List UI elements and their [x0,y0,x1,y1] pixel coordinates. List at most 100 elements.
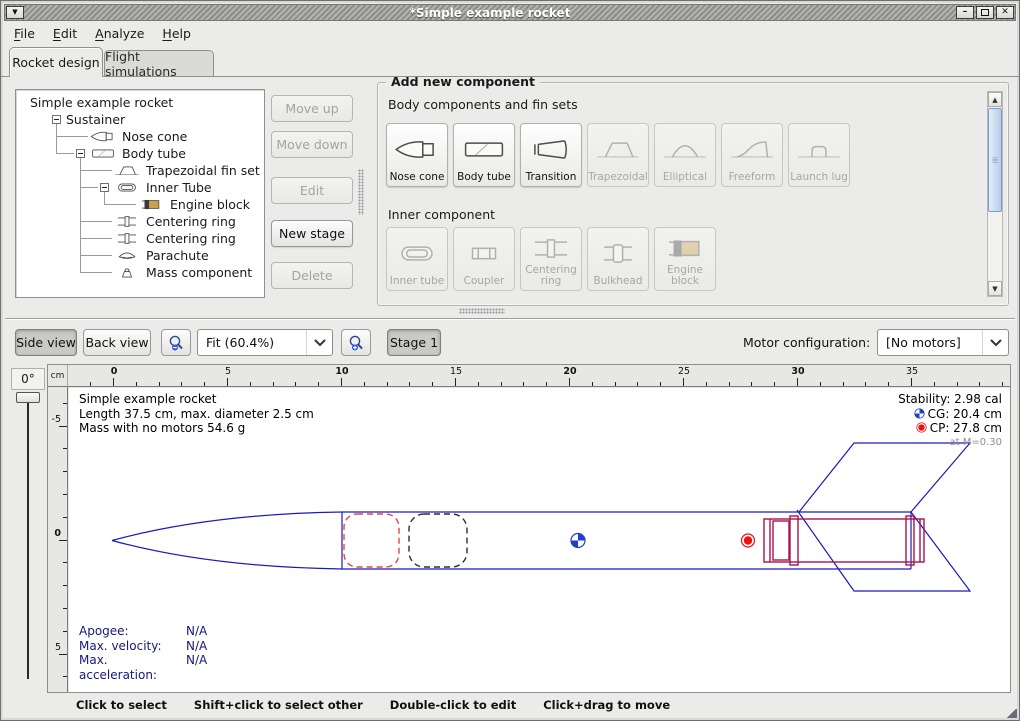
centeringring-icon [528,237,574,260]
close-button[interactable]: ✕ [996,6,1014,19]
engineblock-icon [138,198,164,211]
move-up-button[interactable]: Move up [271,95,353,122]
tree-item-engine-block[interactable]: Engine block [16,196,264,213]
ruler-tick [63,608,67,609]
transition-icon [528,138,574,161]
tree-item-simple-example-rocket[interactable]: Simple example rocket [16,94,264,111]
ruler-tick [615,382,616,386]
chevron-down-icon [990,339,1002,347]
tree-item-trapezoidal-fin-set[interactable]: Trapezoidal fin set [16,162,264,179]
expander-minus-icon[interactable] [100,183,109,192]
component-scrollbar[interactable]: ▲ == ▼ [987,91,1003,297]
launchlug-icon [796,127,842,172]
rotation-slider-handle[interactable] [16,392,40,403]
ruler-number: 0 [54,528,61,539]
ruler-tick [478,382,479,386]
button-label: Delete [291,268,332,283]
ruler-number: 20 [561,366,579,377]
add-launch-lug-button[interactable]: Launch lug [788,123,850,187]
component-tree[interactable]: Simple example rocketSustainerNose coneB… [15,89,265,298]
zoom-level-combo[interactable]: Fit (60.4%) [197,329,333,356]
menu-analyze[interactable]: Analyze [86,24,153,44]
tree-item-parachute[interactable]: Parachute [16,247,264,264]
vertical-splitter-grip[interactable] [358,169,364,215]
tab-flight-simulations[interactable]: Flight simulations [104,50,214,77]
bulkhead-icon [595,231,641,276]
pane-divider [5,318,1015,320]
mass-icon [114,266,140,279]
expander-minus-icon[interactable] [52,115,61,124]
tree-item-inner-tube[interactable]: Inner Tube [16,179,264,196]
bodytube-icon [90,147,116,160]
new-stage-button[interactable]: New stage [271,220,353,247]
move-down-button[interactable]: Move down [271,131,353,158]
section-inner-component: Inner component [388,207,495,222]
add-nose-cone-button[interactable]: Nose cone [386,123,448,187]
side-view-label: Side view [16,335,76,350]
add-engine-block-button[interactable]: Engine block [654,227,716,291]
body-component-buttons: Nose coneBody tubeTransitionTrapezoidalE… [386,123,850,187]
add-body-tube-button[interactable]: Body tube [453,123,515,187]
add-elliptical-button[interactable]: Elliptical [654,123,716,187]
inner-component-buttons: Inner tubeCoupler Centering ring Bulkhead E… [386,227,716,291]
window-title: *Simple example rocket [25,6,955,20]
tree-item-label: Engine block [170,197,250,212]
scroll-up-button[interactable]: ▲ [988,92,1002,107]
zoom-in-button[interactable] [341,329,371,356]
tree-item-centering-ring[interactable]: Centering ring [16,230,264,247]
chevron-down-icon [314,339,326,347]
add-transition-button[interactable]: Transition [520,123,582,187]
close-icon: ✕ [1001,8,1009,17]
tree-item-body-tube[interactable]: Body tube [16,145,264,162]
tab-label: Flight simulations [105,49,213,79]
tree-item-centering-ring[interactable]: Centering ring [16,213,264,230]
tree-item-mass-component[interactable]: Mass component [16,264,264,281]
horizontal-splitter-grip[interactable] [459,308,505,314]
ruler-tick [136,382,137,386]
tree-item-label: Mass component [146,265,252,280]
add-inner-tube-button[interactable]: Inner tube [386,227,448,291]
maximize-icon [981,9,989,16]
window-resize-grip[interactable] [1007,709,1017,718]
minimize-button[interactable]: – [956,6,974,19]
add-trapezoidal-button[interactable]: Trapezoidal [587,123,649,187]
ruler-tick [63,585,67,586]
component-button-label: Bulkhead [593,276,642,287]
delete-button[interactable]: Delete [271,262,353,289]
edit-button[interactable]: Edit [271,177,353,204]
window-menu-button[interactable]: ▼ [6,6,24,19]
tree-item-nose-cone[interactable]: Nose cone [16,128,264,145]
tree-item-label: Simple example rocket [30,95,173,110]
ruler-tick [273,382,274,386]
add-freeform-button[interactable]: Freeform [721,123,783,187]
title-bar[interactable]: ▼ *Simple example rocket – ✕ [4,4,1016,21]
stage-1-toggle[interactable]: Stage 1 [387,329,441,356]
ruler-tick [865,382,866,386]
vertical-ruler: -505 [48,387,68,692]
add-centering-ring-button[interactable]: Centering ring [520,227,582,291]
tab-rocket-design[interactable]: Rocket design [9,47,103,77]
menu-file[interactable]: File [5,24,44,44]
add-coupler-button[interactable]: Coupler [453,227,515,291]
tree-item-sustainer[interactable]: Sustainer [16,111,264,128]
ruler-tick [660,382,661,386]
component-button-label: Centering ring [522,265,580,287]
rocket-view[interactable]: Simple example rocket Length 37.5 cm, ma… [69,388,1010,692]
rotation-slider-track[interactable] [27,400,29,679]
back-view-button[interactable]: Back view [83,329,151,356]
openrocket-window: ▼ *Simple example rocket – ✕ FileEditAna… [0,0,1020,721]
expander-minus-icon[interactable] [76,149,85,158]
status-hint: Click to select [76,698,167,712]
scroll-down-button[interactable]: ▼ [988,281,1002,296]
side-view-button[interactable]: Side view [15,329,77,356]
motor-configuration-combo[interactable]: [No motors] [877,329,1009,356]
ruler-tick [979,382,980,386]
nosecone-icon [394,127,440,172]
flight-stat-row: Max. acceleration:N/A [79,653,207,682]
zoom-out-button[interactable] [161,329,191,356]
maximize-button[interactable] [976,6,994,19]
menu-help[interactable]: Help [153,24,200,44]
menu-edit[interactable]: Edit [44,24,86,44]
add-bulkhead-button[interactable]: Bulkhead [587,227,649,291]
scrollbar-thumb[interactable]: == [988,108,1002,212]
